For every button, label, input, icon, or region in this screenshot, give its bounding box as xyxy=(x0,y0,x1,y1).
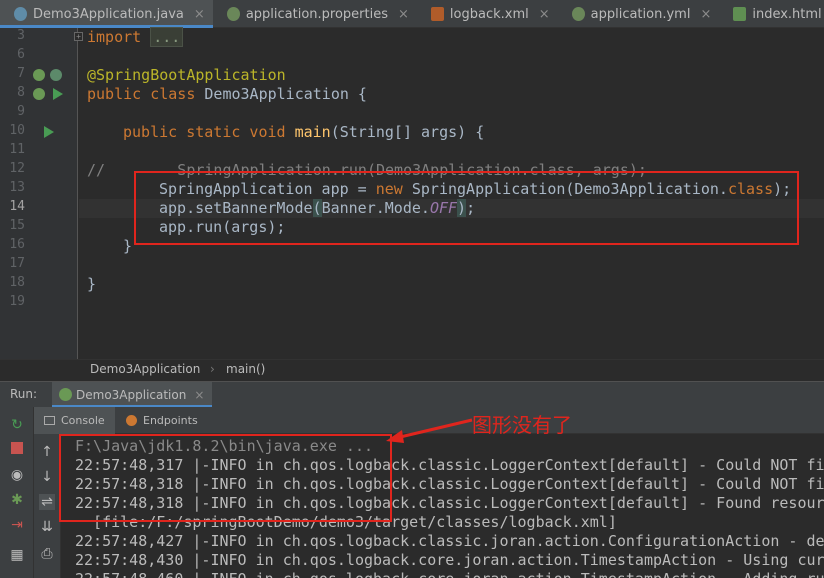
tab-logback-xml[interactable]: logback.xml × xyxy=(417,0,558,28)
close-icon[interactable]: × xyxy=(194,388,204,402)
close-icon[interactable]: × xyxy=(194,7,205,22)
console-toolbar: ↑ ↓ ⇌ ⇊ ⎙ xyxy=(34,434,61,578)
editor-gutter: 3 + 6 7 8 9 10 11 12 13 14 15 16 17 18 19 xyxy=(0,28,83,359)
tab-label: index.html xyxy=(752,6,822,22)
highlight-box xyxy=(59,434,392,522)
gutter-line: 12 xyxy=(9,161,25,176)
close-icon[interactable]: × xyxy=(398,7,409,22)
code-line-close-brace: } xyxy=(123,237,133,255)
gutter-line: 9 xyxy=(17,104,25,119)
close-icon[interactable]: × xyxy=(539,7,550,22)
gutter-line: 15 xyxy=(9,218,25,233)
java-class-icon xyxy=(14,7,27,21)
code-editor[interactable]: 3 + 6 7 8 9 10 11 12 13 14 15 16 17 18 19… xyxy=(0,27,824,359)
run-tool-header: Run: Demo3Application × xyxy=(0,381,824,408)
gutter-line: 19 xyxy=(9,294,25,309)
exit-icon[interactable]: ⇥ xyxy=(9,517,25,533)
code-line-annotation: @SpringBootApplication xyxy=(87,66,286,84)
tab-application-yml[interactable]: application.yml × xyxy=(558,0,720,28)
camera-icon[interactable]: ◉ xyxy=(9,467,25,483)
tab-demo3application-java[interactable]: Demo3Application.java × xyxy=(0,0,213,28)
tab-console[interactable]: Console xyxy=(34,407,115,434)
gutter-line: 10 xyxy=(0,123,78,142)
breadcrumb-method[interactable]: main() xyxy=(226,362,265,376)
gutter-line: 16 xyxy=(9,237,25,252)
annotation-arrow xyxy=(386,418,473,443)
spring-bean-icon[interactable] xyxy=(33,88,45,100)
gutter-line: 7 xyxy=(0,66,78,85)
code-line-main-decl: public static void main(String[] args) { xyxy=(123,123,485,141)
endpoints-icon xyxy=(126,415,137,426)
code-line-close-brace: } xyxy=(87,275,97,293)
gutter-line: 14 xyxy=(9,199,25,214)
spring-bean-icon[interactable] xyxy=(33,69,45,81)
stop-icon[interactable] xyxy=(11,442,23,454)
gutter-line: 3 + xyxy=(0,28,83,47)
debug-icon[interactable]: ✱ xyxy=(9,492,25,508)
run-icon[interactable] xyxy=(53,88,63,100)
yml-file-icon xyxy=(571,7,585,21)
gutter-line: 13 xyxy=(9,180,25,195)
folded-imports[interactable]: ... xyxy=(150,27,184,47)
layout-icon[interactable]: ▦ xyxy=(9,547,25,563)
breadcrumb-separator: › xyxy=(210,362,215,376)
spring-boot-icon xyxy=(59,388,72,401)
tab-index-html[interactable]: index.html xyxy=(719,0,824,28)
console-line: 22:57:48,430 |-INFO in ch.qos.logback.co… xyxy=(75,551,824,569)
arrow-down-icon[interactable]: ↓ xyxy=(39,469,55,485)
breadcrumb: Demo3Application › main() xyxy=(0,359,824,380)
run-label: Run: xyxy=(10,387,38,401)
gutter-line: 11 xyxy=(9,142,25,157)
run-config-tab[interactable]: Demo3Application × xyxy=(52,382,213,408)
tab-label: logback.xml xyxy=(449,6,529,22)
tab-label: Demo3Application.java xyxy=(33,6,184,22)
xml-file-icon xyxy=(430,7,444,21)
annotation-text: 图形没有了 xyxy=(472,413,572,437)
console-line: 22:57:48,427 |-INFO in ch.qos.logback.cl… xyxy=(75,532,824,550)
properties-file-icon xyxy=(226,7,240,21)
console-icon xyxy=(44,416,55,425)
code-line-class-decl: public class Demo3Application { xyxy=(87,85,367,103)
run-tab-label: Demo3Application xyxy=(76,388,187,402)
html-file-icon xyxy=(733,7,747,21)
tab-endpoints[interactable]: Endpoints xyxy=(116,407,208,434)
run-icon[interactable] xyxy=(44,126,54,138)
editor-tab-bar: Demo3Application.java × application.prop… xyxy=(0,0,824,28)
console-line: 22:57:48,460 |-INFO in ch.qos.logback.co… xyxy=(75,570,824,578)
gutter-line: 6 xyxy=(17,47,25,62)
arrow-up-icon[interactable]: ↑ xyxy=(39,444,55,460)
tab-label: application.yml xyxy=(590,6,691,22)
fold-expand-icon[interactable]: + xyxy=(74,32,83,41)
tab-application-properties[interactable]: application.properties × xyxy=(213,0,417,28)
print-icon[interactable]: ⎙ xyxy=(39,546,55,562)
code-line-import: import ... xyxy=(87,27,184,47)
run-toolbar: ↻ ◉ ✱ ⇥ ▦ xyxy=(0,407,34,578)
gutter-line: 8 xyxy=(0,85,78,104)
breadcrumb-class[interactable]: Demo3Application xyxy=(90,362,200,376)
close-icon[interactable]: × xyxy=(700,7,711,22)
highlight-box xyxy=(134,171,799,245)
tab-label: application.properties xyxy=(245,6,388,22)
soft-wrap-icon[interactable]: ⇌ xyxy=(39,494,55,510)
rerun-icon[interactable]: ↻ xyxy=(9,417,25,433)
gutter-line: 17 xyxy=(9,256,25,271)
gutter-line: 18 xyxy=(9,275,25,290)
spring-boot-icon[interactable] xyxy=(50,69,62,81)
scroll-to-end-icon[interactable]: ⇊ xyxy=(39,519,55,535)
